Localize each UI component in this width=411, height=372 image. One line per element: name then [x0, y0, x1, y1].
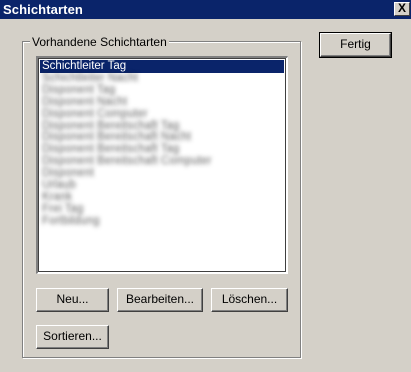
- delete-button[interactable]: Löschen...: [211, 288, 288, 312]
- sort-button[interactable]: Sortieren...: [36, 325, 109, 349]
- groupbox-label: Vorhandene Schichtarten: [30, 35, 169, 49]
- close-button[interactable]: X: [394, 2, 410, 16]
- dialog-window: Schichtarten X Vorhandene Schichtarten S…: [0, 0, 411, 372]
- window-title: Schichtarten: [3, 2, 83, 17]
- list-item[interactable]: Fortbildung: [40, 215, 102, 228]
- new-button[interactable]: Neu...: [36, 288, 109, 312]
- close-icon: X: [397, 1, 406, 15]
- shift-types-listbox[interactable]: Schichtleiter Tag Schichtleiter Nacht Disp…: [36, 56, 288, 274]
- title-bar[interactable]: Schichtarten X: [0, 0, 411, 19]
- edit-button[interactable]: Bearbeiten...: [117, 288, 203, 312]
- done-button[interactable]: Fertig: [319, 32, 392, 58]
